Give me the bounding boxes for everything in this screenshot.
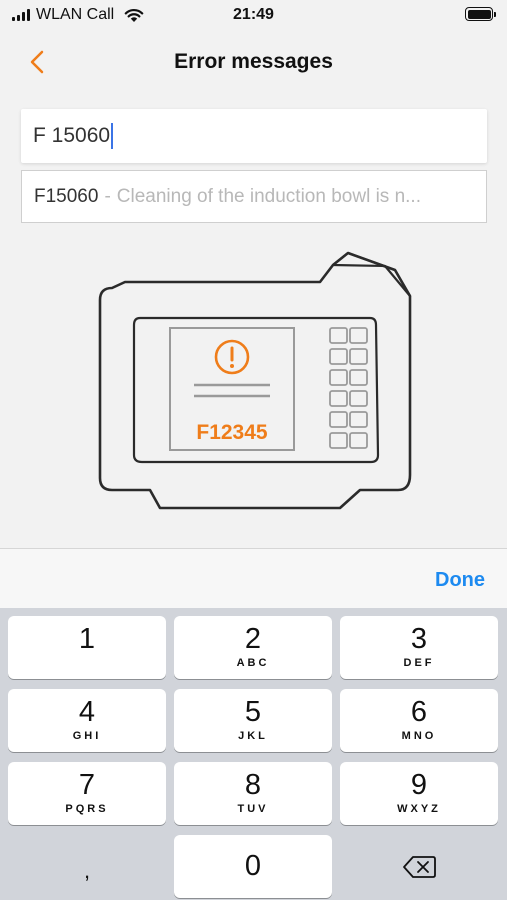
key-letters: ABC: [236, 657, 270, 669]
key-8[interactable]: 8 TUV: [174, 762, 332, 825]
page-title: Error messages: [174, 50, 333, 73]
key-letters: JKL: [238, 730, 268, 742]
key-3[interactable]: 3 DEF: [340, 616, 498, 679]
delete-key[interactable]: [340, 835, 498, 898]
key-6[interactable]: 6 MNO: [340, 689, 498, 752]
done-button[interactable]: Done: [435, 569, 485, 592]
key-1[interactable]: 1: [8, 616, 166, 679]
text-cursor: [111, 123, 114, 149]
battery-fill: [467, 9, 491, 19]
key-digit: 8: [244, 769, 262, 801]
key-digit: 3: [410, 623, 428, 655]
status-time: 21:49: [233, 6, 274, 23]
key-4[interactable]: 4 GHI: [8, 689, 166, 752]
device-drawing: F12345: [98, 251, 412, 510]
key-digit: 5: [244, 696, 262, 728]
key-letters: WXYZ: [397, 803, 441, 815]
key-letters: MNO: [401, 730, 437, 742]
device-illustration: F12345: [98, 251, 412, 510]
key-digit: 6: [410, 696, 428, 728]
key-7[interactable]: 7 PQRS: [8, 762, 166, 825]
search-result-item[interactable]: F15060 - Cleaning of the induction bowl …: [21, 170, 487, 223]
key-5[interactable]: 5 JKL: [174, 689, 332, 752]
key-digit: 0: [244, 850, 262, 882]
key-0[interactable]: 0: [174, 835, 332, 898]
key-letters: TUV: [237, 803, 269, 815]
key-digit: 4: [78, 696, 96, 728]
navigation-bar: Error messages: [0, 38, 507, 86]
key-digit: 2: [244, 623, 262, 655]
key-digit: 9: [410, 769, 428, 801]
keyboard-accessory-bar: Done: [0, 548, 507, 608]
result-description: Cleaning of the induction bowl is n...: [116, 185, 421, 207]
result-separator: -: [104, 185, 111, 207]
key-letters: PQRS: [65, 803, 109, 815]
status-bar: WLAN Call 21:49: [0, 0, 507, 32]
number-pad: 1 2 ABC 3 DEF 4 GHI 5 JKL 6 MNO 7 PQRS 8…: [0, 608, 507, 900]
illustration-error-code: F12345: [196, 421, 268, 444]
search-input-value: F 15060: [33, 124, 111, 147]
key-letters: GHI: [72, 730, 102, 742]
key-2[interactable]: 2 ABC: [174, 616, 332, 679]
backspace-icon: [403, 856, 436, 878]
key-digit: 1: [78, 623, 96, 655]
key-letters: DEF: [403, 657, 435, 669]
battery-icon: [465, 7, 496, 21]
key-digit: 7: [78, 769, 96, 801]
error-code-search-input[interactable]: F 15060: [21, 109, 487, 163]
result-code: F15060: [34, 185, 99, 207]
key-digit: ,: [83, 858, 91, 883]
key-comma[interactable]: ,: [8, 835, 166, 898]
key-9[interactable]: 9 WXYZ: [340, 762, 498, 825]
